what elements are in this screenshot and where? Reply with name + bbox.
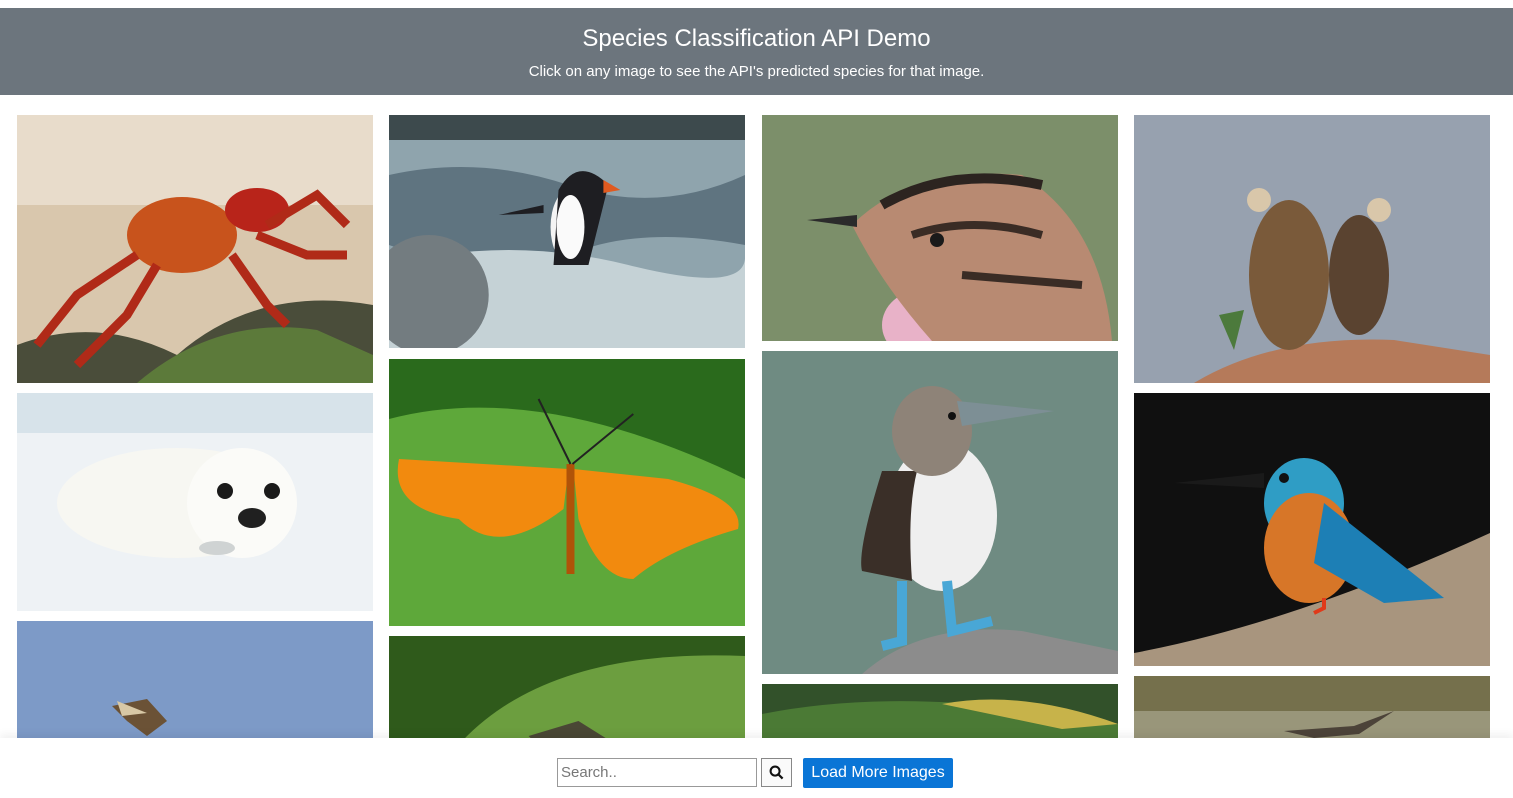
gallery-image-seal[interactable] bbox=[17, 393, 373, 611]
gallery-image-leaf-insect[interactable] bbox=[389, 636, 745, 740]
load-more-images-button[interactable]: Load More Images bbox=[803, 758, 953, 788]
gallery-image-kingfisher[interactable] bbox=[1134, 393, 1490, 666]
gallery-image-foliage-bird[interactable] bbox=[762, 684, 1118, 740]
footer-toolbar: Load More Images bbox=[0, 738, 1513, 798]
gallery-image-hawk[interactable] bbox=[17, 621, 373, 740]
search-icon bbox=[769, 765, 784, 780]
gallery-image-vultures[interactable] bbox=[1134, 115, 1490, 383]
gallery-image-flying-bird[interactable] bbox=[1134, 676, 1490, 740]
search-input[interactable] bbox=[557, 758, 757, 787]
page-title: Species Classification API Demo bbox=[582, 25, 931, 52]
gallery-image-booby[interactable] bbox=[762, 351, 1118, 674]
gallery-image-sparrow[interactable] bbox=[762, 115, 1118, 341]
gallery-image-penguin[interactable] bbox=[389, 115, 745, 348]
search-button[interactable] bbox=[761, 758, 792, 787]
gallery-image-crab[interactable] bbox=[17, 115, 373, 383]
page-header: Species Classification API Demo Click on… bbox=[0, 8, 1513, 95]
page-subtitle: Click on any image to see the API's pred… bbox=[528, 63, 985, 80]
image-gallery bbox=[0, 0, 1513, 740]
gallery-image-butterfly[interactable] bbox=[389, 359, 745, 626]
